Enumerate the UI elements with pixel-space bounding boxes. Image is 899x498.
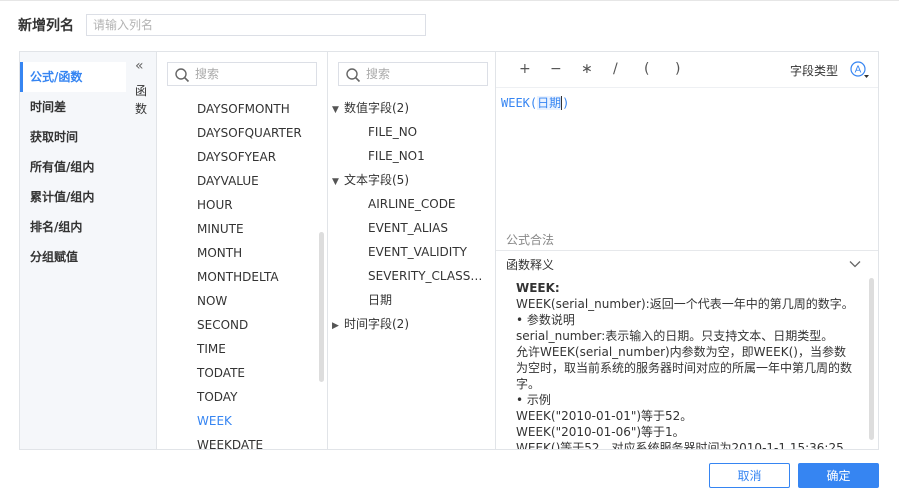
field-search[interactable] bbox=[338, 62, 488, 86]
category-formula-function[interactable]: 公式/函数 bbox=[20, 62, 126, 92]
function-description-header[interactable]: 函数释义 bbox=[496, 250, 878, 276]
function-item[interactable]: DAYVALUE bbox=[197, 169, 259, 193]
caret-down-icon: ▼ bbox=[332, 177, 339, 187]
multiply-operator-button[interactable]: ∗ bbox=[581, 61, 593, 77]
field-item[interactable]: EVENT_ALIAS bbox=[368, 216, 488, 240]
header: 新增列名 bbox=[18, 12, 426, 38]
description-line: WEEK()等于52，对应系统服务器时间为2010-1-1 15:36:25。 bbox=[516, 441, 856, 449]
collapse-icon[interactable]: « bbox=[135, 58, 144, 74]
function-list: DAYSOFMONTH DAYSOFQUARTER DAYSOFYEAR DAY… bbox=[157, 52, 328, 452]
formula-editor: + − ∗ / ( ) 字段类型 A WEEK(日期) 公式合法 函数释义 WE… bbox=[496, 52, 878, 449]
confirm-button[interactable]: 确定 bbox=[798, 463, 879, 488]
right-paren-button[interactable]: ) bbox=[675, 61, 680, 77]
caret-right-icon: ▶ bbox=[332, 321, 339, 331]
function-item[interactable]: TODAY bbox=[197, 385, 237, 409]
left-paren-button[interactable]: ( bbox=[644, 61, 649, 77]
function-item[interactable]: DAYSOFYEAR bbox=[197, 145, 276, 169]
formula-panel: 公式/函数 时间差 获取时间 所有值/组内 累计值/组内 排名/组内 分组赋值 … bbox=[19, 51, 879, 452]
top-divider bbox=[0, 0, 899, 1]
field-item[interactable]: SEVERITY_CLASS_CODE bbox=[368, 264, 488, 288]
field-group-label: 文本字段(5) bbox=[344, 173, 409, 187]
formula-valid-status: 公式合法 bbox=[506, 233, 555, 247]
cancel-button[interactable]: 取消 bbox=[709, 463, 790, 488]
divide-operator-button[interactable]: / bbox=[613, 61, 618, 77]
category-get-time[interactable]: 获取时间 bbox=[20, 122, 126, 152]
column-name-input[interactable] bbox=[86, 14, 426, 36]
function-item[interactable]: HOUR bbox=[197, 193, 233, 217]
text-type-icon[interactable]: A bbox=[850, 61, 870, 79]
field-group-text[interactable]: ▼ 文本字段(5) bbox=[332, 168, 409, 192]
formula-argument: 日期 bbox=[537, 96, 563, 110]
category-group-assign[interactable]: 分组赋值 bbox=[20, 242, 126, 272]
field-search-input[interactable] bbox=[366, 65, 476, 83]
field-group-label: 数值字段(2) bbox=[344, 101, 409, 115]
formula-function: WEEK( bbox=[501, 96, 538, 110]
category-time-diff[interactable]: 时间差 bbox=[20, 92, 126, 122]
function-item[interactable]: SECOND bbox=[197, 313, 248, 337]
field-item[interactable]: FILE_NO bbox=[368, 120, 488, 144]
field-item[interactable]: EVENT_VALIDITY bbox=[368, 240, 488, 264]
function-item[interactable]: MONTH bbox=[197, 241, 242, 265]
field-list: ▼ 数值字段(2) FILE_NO FILE_NO1 ▼ 文本字段(5) AIRLI… bbox=[328, 52, 496, 449]
function-item[interactable]: TIME bbox=[197, 337, 226, 361]
description-line: WEEK("2010-01-06")等于1。 bbox=[516, 425, 685, 439]
description-line: serial_number:表示输入的日期。只支持文本、日期类型。 bbox=[516, 329, 834, 343]
field-type-label: 字段类型 bbox=[790, 64, 839, 78]
function-item[interactable]: DAYSOFQUARTER bbox=[197, 121, 302, 145]
function-item[interactable]: DAYSOFMONTH bbox=[197, 97, 290, 121]
field-item[interactable]: AIRLINE_CODE bbox=[368, 192, 488, 216]
function-search[interactable] bbox=[167, 62, 317, 86]
description-line: • 参数说明 bbox=[516, 313, 575, 327]
formula-text[interactable]: WEEK(日期) bbox=[501, 94, 569, 111]
category-rank[interactable]: 排名/组内 bbox=[20, 212, 126, 242]
chevron-down-icon[interactable] bbox=[848, 257, 862, 271]
description-title: WEEK: bbox=[516, 281, 560, 295]
search-icon bbox=[346, 68, 361, 83]
function-search-input[interactable] bbox=[195, 65, 305, 83]
field-group-time[interactable]: ▶ 时间字段(2) bbox=[332, 312, 409, 336]
formula-close: ) bbox=[562, 96, 570, 110]
field-group-numeric[interactable]: ▼ 数值字段(2) bbox=[332, 96, 409, 120]
description-line: WEEK("2010-01-01")等于52。 bbox=[516, 409, 693, 423]
function-description-body: WEEK: WEEK(serial_number):返回一个代表一年中的第几周的… bbox=[516, 280, 856, 449]
minus-operator-button[interactable]: − bbox=[550, 61, 562, 77]
function-description-label: 函数释义 bbox=[506, 258, 555, 272]
function-item[interactable]: MONTHDELTA bbox=[197, 265, 279, 289]
description-line: WEEK(serial_number):返回一个代表一年中的第几周的数字。 bbox=[516, 297, 854, 311]
description-line: 允许WEEK(serial_number)内参数为空，即WEEK()，当参数为空… bbox=[516, 345, 853, 391]
field-group-label: 时间字段(2) bbox=[344, 317, 409, 331]
plus-operator-button[interactable]: + bbox=[519, 61, 531, 77]
description-scrollbar[interactable] bbox=[869, 278, 874, 440]
function-vertical-label: 函数 bbox=[135, 84, 148, 116]
field-item[interactable]: 日期 bbox=[368, 288, 488, 312]
column-name-label: 新增列名 bbox=[18, 18, 74, 34]
function-list-scrollbar[interactable] bbox=[319, 232, 324, 382]
category-all-values[interactable]: 所有值/组内 bbox=[20, 152, 126, 182]
category-menu: 公式/函数 时间差 获取时间 所有值/组内 累计值/组内 排名/组内 分组赋值 bbox=[20, 52, 126, 449]
function-item[interactable]: MINUTE bbox=[197, 217, 244, 241]
category-cumulative[interactable]: 累计值/组内 bbox=[20, 182, 126, 212]
field-item[interactable]: FILE_NO1 bbox=[368, 144, 488, 168]
caret-down-icon: ▼ bbox=[332, 105, 339, 115]
function-item[interactable]: NOW bbox=[197, 289, 227, 313]
description-line: • 示例 bbox=[516, 393, 551, 407]
function-toggle-column: « 函数 bbox=[126, 52, 157, 449]
function-item-selected[interactable]: WEEK bbox=[197, 409, 232, 433]
svg-text:A: A bbox=[855, 65, 862, 76]
search-icon bbox=[175, 68, 190, 83]
function-item[interactable]: WEEKDATE bbox=[197, 433, 263, 457]
operator-toolbar: + − ∗ / ( ) 字段类型 A bbox=[496, 52, 878, 88]
function-item[interactable]: TODATE bbox=[197, 361, 245, 385]
